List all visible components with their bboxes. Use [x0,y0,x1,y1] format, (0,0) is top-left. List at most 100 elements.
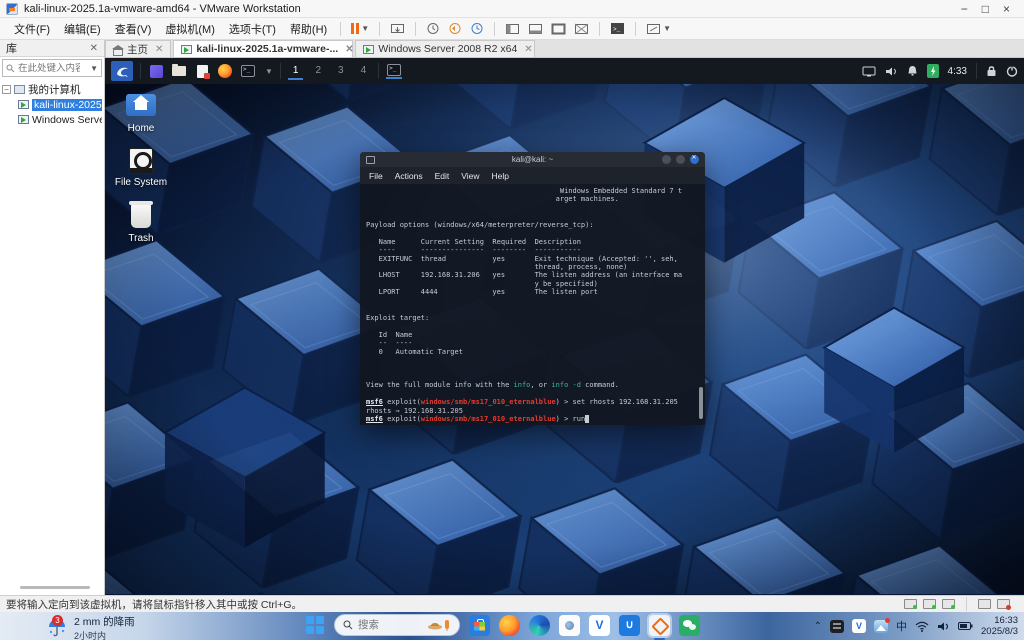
workspace-3[interactable]: 3 [333,63,349,80]
minimize-button[interactable]: − [961,1,968,17]
terminal-launcher-icon[interactable] [240,63,256,79]
fit-guest-icon[interactable]: ▼ [643,20,674,38]
show-library-icon[interactable] [502,20,523,38]
tab-kali-vm[interactable]: kali-linux-2025.1a-vmware-... ✕ [173,40,353,57]
tray-photos-icon[interactable] [874,620,888,633]
desktop-icon-home[interactable]: Home [105,94,177,134]
wechat-icon[interactable] [679,615,700,636]
tray-chevron-up-icon[interactable]: ⌃ [814,621,822,632]
terminal-menu-help[interactable]: Help [492,171,509,181]
tab-windows-server-vm[interactable]: Windows Server 2008 R2 x64 ✕ [355,40,535,57]
take-snapshot-icon[interactable] [423,20,443,38]
firefox-taskbar-icon[interactable] [499,615,520,636]
tab-close-icon[interactable]: ✕ [345,44,353,55]
console-view-icon[interactable]: >_ [607,20,628,38]
file-manager-icon[interactable] [171,63,187,79]
menu-vm[interactable]: 虚拟机(M) [159,19,221,39]
tray-app-icon-dark[interactable] [830,620,844,633]
tray-app-icon-v[interactable]: V [852,619,866,633]
terminal-close-button[interactable] [690,155,699,164]
text-editor-icon[interactable] [194,63,210,79]
usb-device-icon[interactable] [997,599,1010,609]
vm-tabstrip: 主页 ✕ kali-linux-2025.1a-vmware-... ✕ Win… [105,40,1024,58]
terminal-menu-edit[interactable]: Edit [435,171,450,181]
tray-clock[interactable]: 16:33 2025/8/3 [981,615,1018,637]
power-icon[interactable] [1006,65,1018,77]
ime-indicator[interactable]: 中 [896,618,907,634]
close-button[interactable]: × [1003,1,1010,17]
lock-icon[interactable] [986,65,997,77]
volume-icon[interactable] [937,621,950,632]
menu-edit[interactable]: 编辑(E) [58,19,107,39]
library-close-icon[interactable]: ✕ [90,43,98,54]
notifications-bell-icon[interactable] [907,65,918,77]
workspace-2[interactable]: 2 [310,63,326,80]
menu-tabs[interactable]: 选项卡(T) [223,19,282,39]
weather-subtext: 2小时内 [74,629,135,640]
panel-clock[interactable]: 4:33 [948,66,967,77]
battery-icon[interactable] [958,621,973,631]
microsoft-store-icon[interactable] [469,615,490,636]
send-ctrl-alt-del-icon[interactable] [387,20,408,38]
suspend-vm-button[interactable]: ▼ [348,20,372,38]
terminal-menu-actions[interactable]: Actions [395,171,423,181]
app-icon-v[interactable]: V [589,615,610,636]
maximize-button[interactable]: □ [982,1,989,17]
network-adapter-device-icon[interactable] [923,599,936,609]
notification-badge: 3 [52,615,63,626]
menu-file[interactable]: 文件(F) [8,19,56,39]
tab-close-icon[interactable]: ✕ [524,44,532,55]
snapshot-manager-icon[interactable] [467,20,487,38]
menu-help[interactable]: 帮助(H) [284,19,333,39]
display-icon[interactable] [862,66,876,77]
taskbar-search[interactable] [334,614,460,636]
wifi-icon[interactable] [915,621,929,632]
volume-icon[interactable] [885,66,898,77]
unity-mode-icon[interactable] [571,20,592,38]
app-icon-white[interactable] [559,615,580,636]
firefox-icon[interactable] [217,63,233,79]
fullscreen-icon[interactable] [548,20,569,38]
terminal-scrollbar[interactable] [699,387,703,419]
terminal-menu-file[interactable]: File [369,171,383,181]
taskbar-search-input[interactable] [358,619,412,631]
workspace-4[interactable]: 4 [356,63,372,80]
app-launcher-icon[interactable] [148,63,164,79]
chevron-down-icon[interactable]: ▼ [265,67,273,76]
hard-disk-device-icon[interactable] [904,599,917,609]
show-thumbnail-bar-icon[interactable] [525,20,546,38]
terminal-minimize-button[interactable] [662,155,671,164]
terminal-maximize-button[interactable] [676,155,685,164]
weather-widget[interactable]: 3 2 mm 的降雨 2小时内 [46,614,135,640]
tab-home[interactable]: 主页 ✕ [105,40,171,57]
tree-expander-icon[interactable]: − [2,85,11,94]
terminal-window[interactable]: kali@kali: ~ File Actions Edit View Help [360,152,705,425]
library-search[interactable]: ▼ [2,59,102,77]
sound-device-icon[interactable] [942,599,955,609]
kali-applications-button[interactable] [111,61,133,81]
library-search-input[interactable] [18,63,80,74]
battery-icon[interactable] [927,64,939,78]
tab-close-icon[interactable]: ✕ [155,44,163,55]
menu-view[interactable]: 查看(V) [109,19,158,39]
vm-display[interactable]: ▼ 1 2 3 4 4:33 Home [105,58,1024,595]
edge-taskbar-icon[interactable] [529,615,550,636]
message-log-icon[interactable] [978,599,991,609]
desktop-icon-trash[interactable]: Trash [105,204,177,244]
chevron-down-icon[interactable]: ▼ [90,64,98,73]
sidebar-horizontal-scrollbar[interactable] [20,586,90,589]
revert-snapshot-icon[interactable] [445,20,465,38]
vmware-taskbar-icon-active[interactable] [649,615,670,636]
toolbar-separator [340,22,341,36]
taskbar-terminal-window-button[interactable] [386,63,402,79]
app-icon-blue[interactable]: ∪ [619,615,640,636]
tree-item-windows-server-vm[interactable]: Windows Server 2008 [2,112,102,127]
tree-label: 我的计算机 [28,82,81,97]
tree-root-my-computer[interactable]: − 我的计算机 [2,82,102,97]
terminal-menu-view[interactable]: View [461,171,479,181]
desktop-icon-file-system[interactable]: File System [105,148,177,188]
workspace-1[interactable]: 1 [288,63,304,80]
start-button[interactable] [306,616,325,635]
terminal-titlebar[interactable]: kali@kali: ~ [360,152,705,167]
tree-item-kali-vm[interactable]: kali-linux-2025.1 [2,97,102,112]
